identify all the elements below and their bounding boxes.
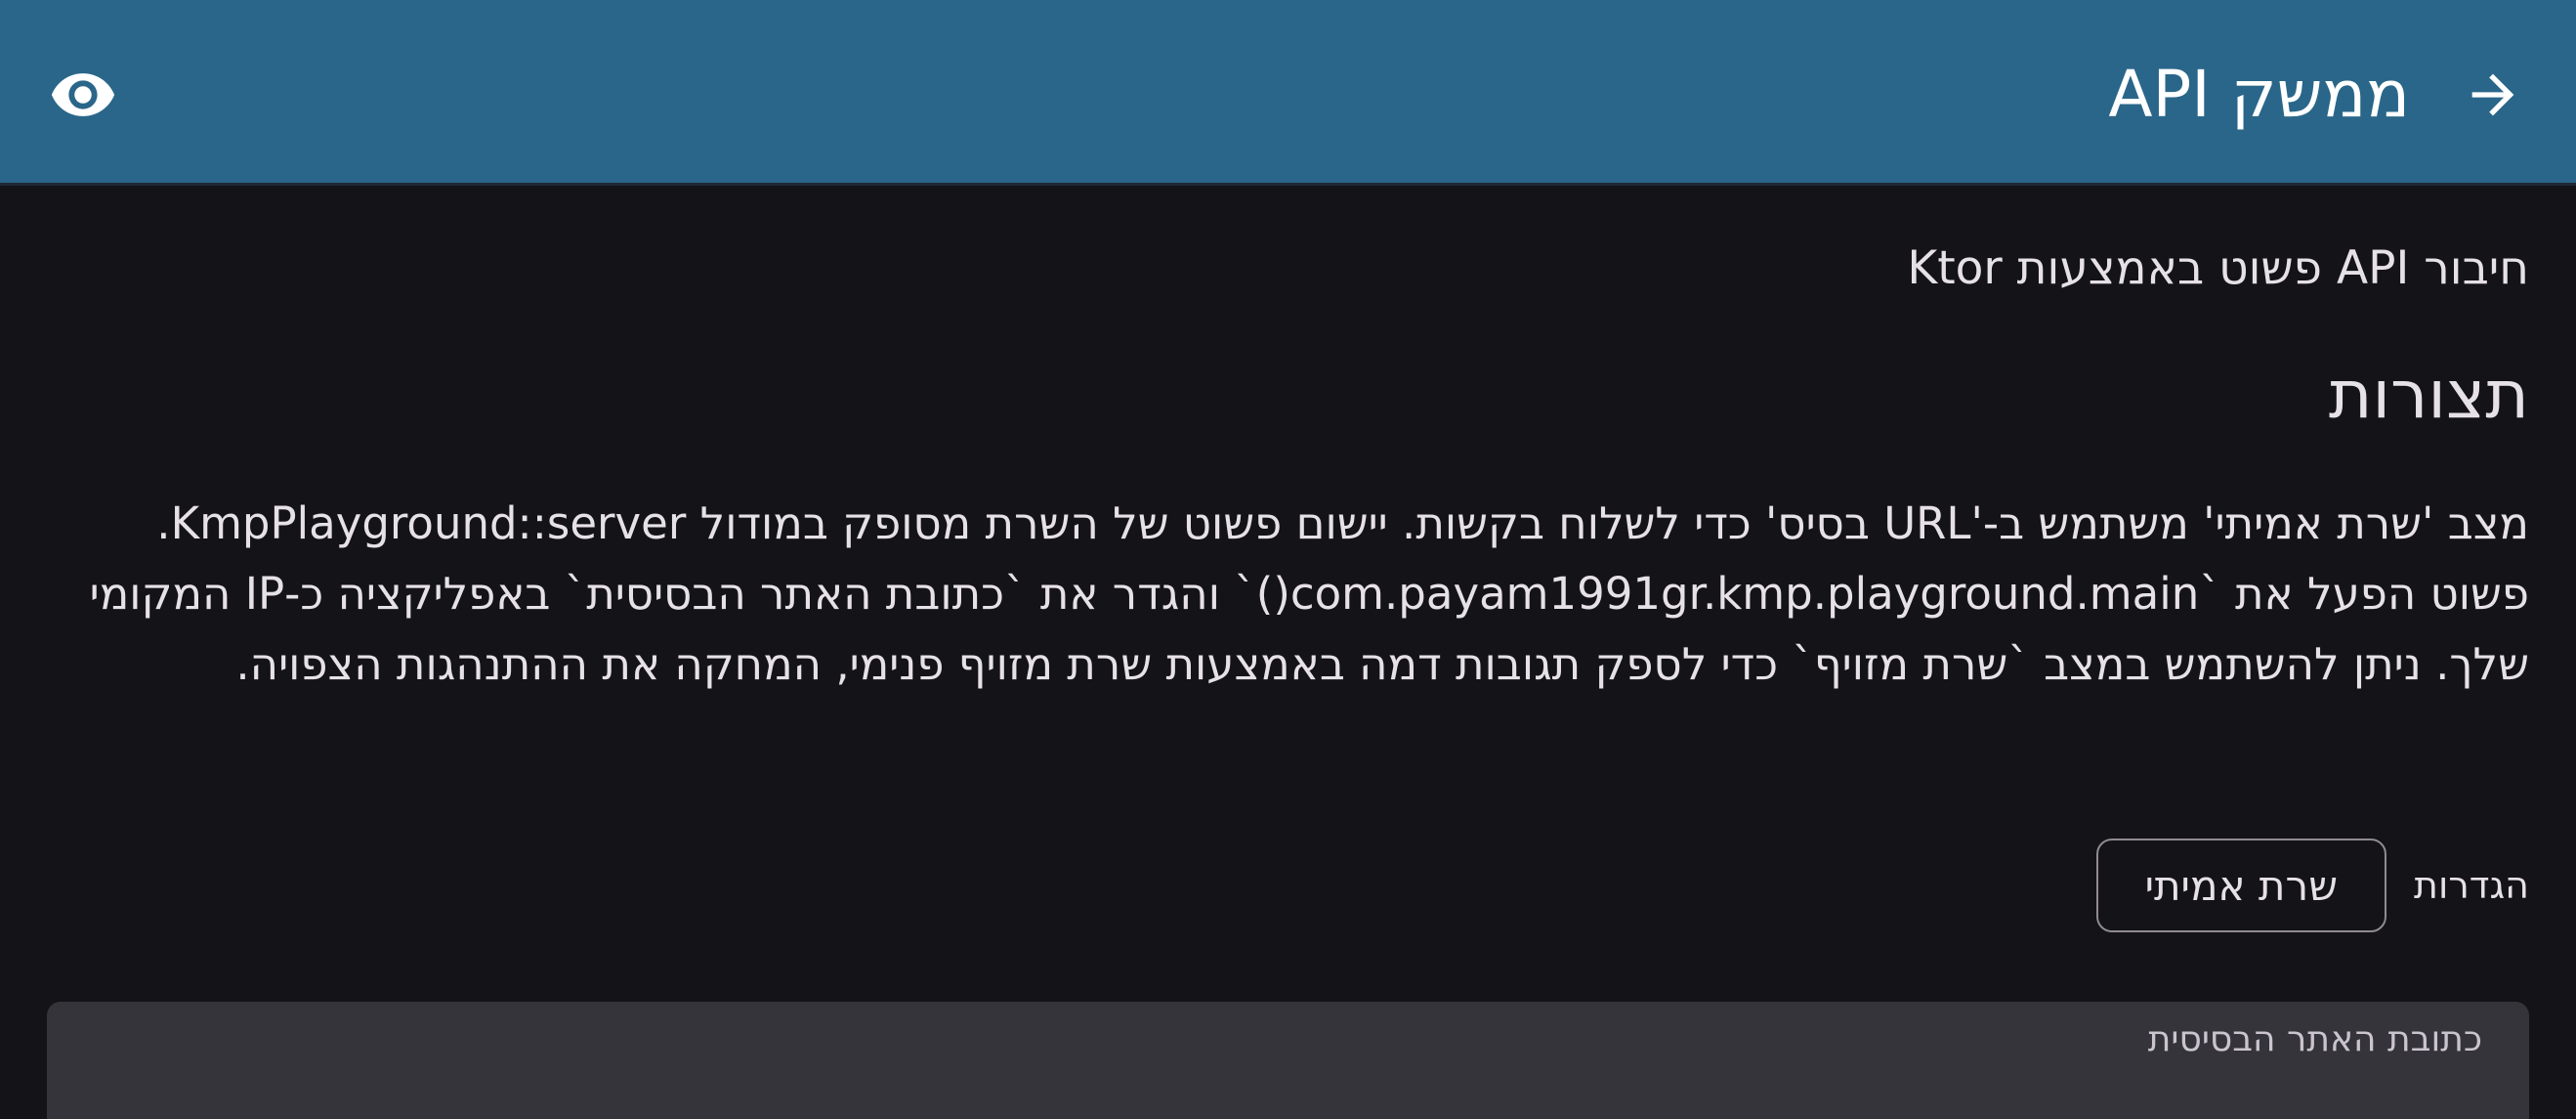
description-text: מצב 'שרת אמיתי' משתמש ב-'URL בסיס' כדי ל… (89, 497, 2529, 690)
arrow-forward-icon[interactable] (2459, 61, 2527, 129)
page-subtitle: חיבור API פשוט באמצעות Ktor (1907, 241, 2529, 295)
eye-icon[interactable] (49, 61, 117, 129)
base-url-field[interactable]: כתובת האתר הבסיסית (47, 1002, 2529, 1119)
section-title: תצורות (2328, 357, 2529, 434)
top-app-bar: ממשק API (0, 0, 2576, 186)
server-mode-button[interactable]: שרת אמיתי (2095, 839, 2386, 932)
main-content: חיבור API פשוט באמצעות Ktor תצורות מצב '… (0, 186, 2576, 1119)
settings-row: הגדרות שרת אמיתי (2095, 839, 2529, 932)
base-url-label: כתובת האתר הבסיסית (2147, 1019, 2482, 1059)
app-bar-title: ממשק API (2108, 57, 2410, 132)
settings-label: הגדרות (2413, 864, 2529, 907)
